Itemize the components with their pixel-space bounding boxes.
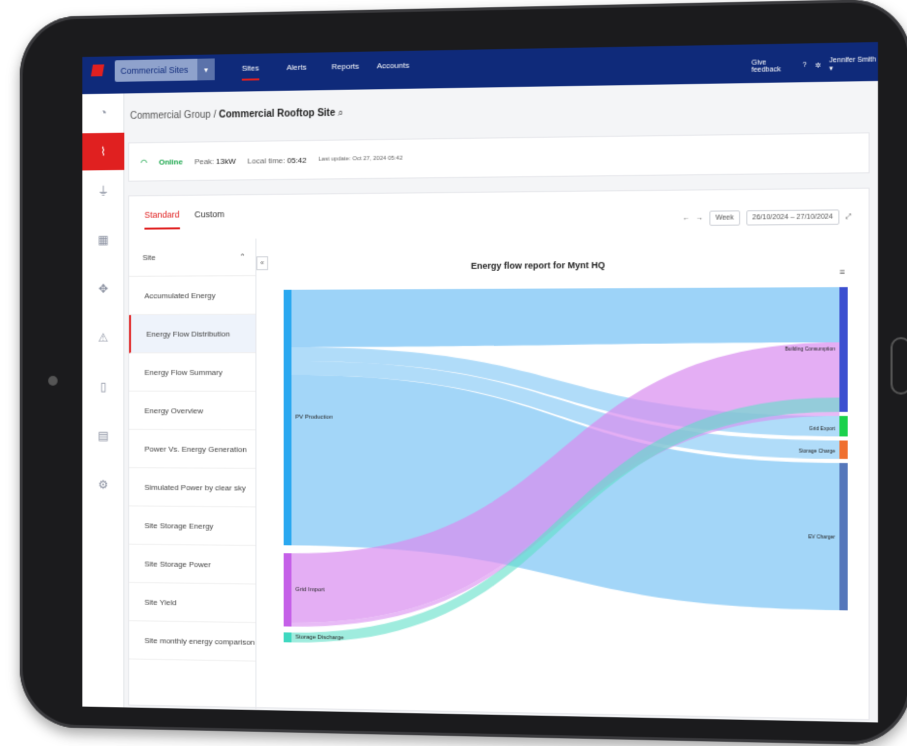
plug-icon[interactable]: ⏚	[82, 172, 124, 210]
label-storage-charge: Storage Charge	[799, 448, 836, 454]
tablet-frame: Commercial Sites ▾ Sites Alerts Reports …	[19, 0, 907, 746]
site-selector[interactable]: Commercial Sites ▾	[114, 58, 215, 82]
peak-label: Peak:	[194, 156, 215, 166]
label-ev-charger: EV Charger	[808, 534, 835, 540]
node-ev-charger	[839, 463, 848, 611]
last-update: Last update: Oct 27, 2024 05:42	[318, 155, 403, 163]
gear-icon[interactable]: ✲	[815, 61, 821, 69]
tab-sites[interactable]: Sites	[241, 63, 260, 81]
tab-alerts[interactable]: Alerts	[287, 63, 307, 72]
expand-icon[interactable]: ⤢	[845, 213, 851, 221]
arrow-right-icon[interactable]: →	[696, 215, 703, 222]
wifi-icon: ◠	[140, 157, 148, 167]
list-item[interactable]: Site monthly energy comparison	[129, 621, 256, 662]
list-item[interactable]: Energy Overview	[129, 391, 256, 431]
local-time-label: Local time:	[247, 155, 286, 166]
date-toolbar: ← → Week 26/10/2024 – 27/10/2024 ⤢	[683, 209, 851, 226]
camera	[48, 375, 58, 386]
list-item[interactable]: Site Yield	[129, 582, 256, 624]
chart-title: Energy flow report for Mynt HQ	[470, 260, 606, 271]
list-item[interactable]: Energy Flow Distribution	[129, 314, 256, 354]
node-grid-export	[839, 415, 848, 437]
report-panel: Standard Custom ← → Week 26/10/2024 – 27…	[128, 187, 870, 721]
node-pv-production	[283, 289, 292, 546]
settings-icon[interactable]: ⚙	[82, 466, 124, 504]
tab-standard[interactable]: Standard	[144, 209, 180, 230]
list-item[interactable]: Site Storage Power	[129, 544, 256, 585]
topbar-right: Give feedback ? ✲ Jennifer Smith ▾	[751, 56, 877, 74]
sankey-chart: PV Production Grid Import Storage Discha…	[283, 287, 848, 652]
dashboard-icon[interactable]: ◔	[82, 93, 124, 131]
node-storage-discharge	[283, 632, 292, 643]
list-item[interactable]: Energy Flow Summary	[129, 353, 256, 392]
site-selector-label: Commercial Sites	[120, 64, 189, 76]
link-pv-building	[291, 287, 840, 348]
charger-icon[interactable]: ▯	[82, 368, 124, 405]
label-building-consumption: Building Consumption	[785, 346, 836, 352]
panel-icon[interactable]: ▦	[82, 221, 124, 259]
search-icon[interactable]: ⌕	[338, 108, 344, 119]
label-grid-import: Grid Import	[295, 587, 325, 593]
label-pv-production: PV Production	[295, 415, 332, 421]
local-time-value: 05:42	[287, 155, 307, 165]
network-icon[interactable]: ✥	[82, 270, 124, 307]
node-grid-import	[283, 553, 292, 627]
breadcrumb-group[interactable]: Commercial Group	[130, 110, 211, 122]
node-storage-charge	[839, 440, 848, 459]
chevron-down-icon[interactable]: ▾	[197, 58, 215, 81]
list-item[interactable]: Accumulated Energy	[129, 276, 256, 316]
give-feedback-link[interactable]: Give feedback	[751, 58, 794, 74]
range-select[interactable]: Week	[709, 210, 740, 226]
home-button[interactable]	[890, 337, 907, 395]
list-header-label: Site	[142, 253, 156, 263]
node-building-consumption	[839, 287, 848, 412]
breadcrumb-separator: /	[213, 109, 217, 121]
site-status-bar: ◠ Online Peak: 13kW Local time: 05:42 La…	[128, 132, 870, 182]
tab-custom[interactable]: Custom	[194, 209, 224, 219]
user-menu[interactable]: Jennifer Smith ▾	[829, 56, 878, 72]
collapse-list-button[interactable]: «	[256, 256, 269, 271]
list-header[interactable]: Site ⌃	[129, 238, 256, 277]
list-item[interactable]: Power Vs. Energy Generation	[129, 429, 256, 469]
list-item[interactable]: Site Storage Energy	[129, 506, 256, 546]
tab-reports[interactable]: Reports	[332, 62, 360, 71]
menu-icon[interactable]: ≡	[839, 267, 844, 277]
online-status: Online	[158, 156, 183, 167]
label-grid-export: Grid Export	[809, 426, 836, 432]
help-icon[interactable]: ?	[803, 62, 807, 69]
breadcrumb: Commercial Group / Commercial Rooftop Si…	[130, 108, 343, 122]
top-nav-bar: Commercial Sites ▾ Sites Alerts Reports …	[82, 42, 878, 95]
date-range-input[interactable]: 26/10/2024 – 27/10/2024	[746, 209, 840, 226]
side-rail: ◔ ⌇ ⏚ ▦ ✥ ⚠ ▯ ▤ ⚙	[82, 93, 125, 708]
analytics-icon[interactable]: ⌇	[82, 132, 125, 171]
label-storage-discharge: Storage Discharge	[295, 634, 344, 641]
chevron-up-icon[interactable]: ⌃	[239, 252, 246, 261]
list-item[interactable]: Simulated Power by clear sky	[129, 468, 256, 508]
brand-logo	[90, 64, 105, 77]
app-screen: Commercial Sites ▾ Sites Alerts Reports …	[82, 42, 878, 723]
tab-accounts[interactable]: Accounts	[377, 61, 409, 71]
warning-icon[interactable]: ⚠	[82, 319, 124, 356]
breadcrumb-site: Commercial Rooftop Site	[218, 107, 336, 121]
arrow-left-icon[interactable]: ←	[683, 215, 690, 222]
peak-value: 13kW	[216, 156, 236, 166]
document-icon[interactable]: ▤	[82, 417, 124, 454]
report-list: Site ⌃ Accumulated Energy Energy Flow Di…	[129, 238, 257, 710]
